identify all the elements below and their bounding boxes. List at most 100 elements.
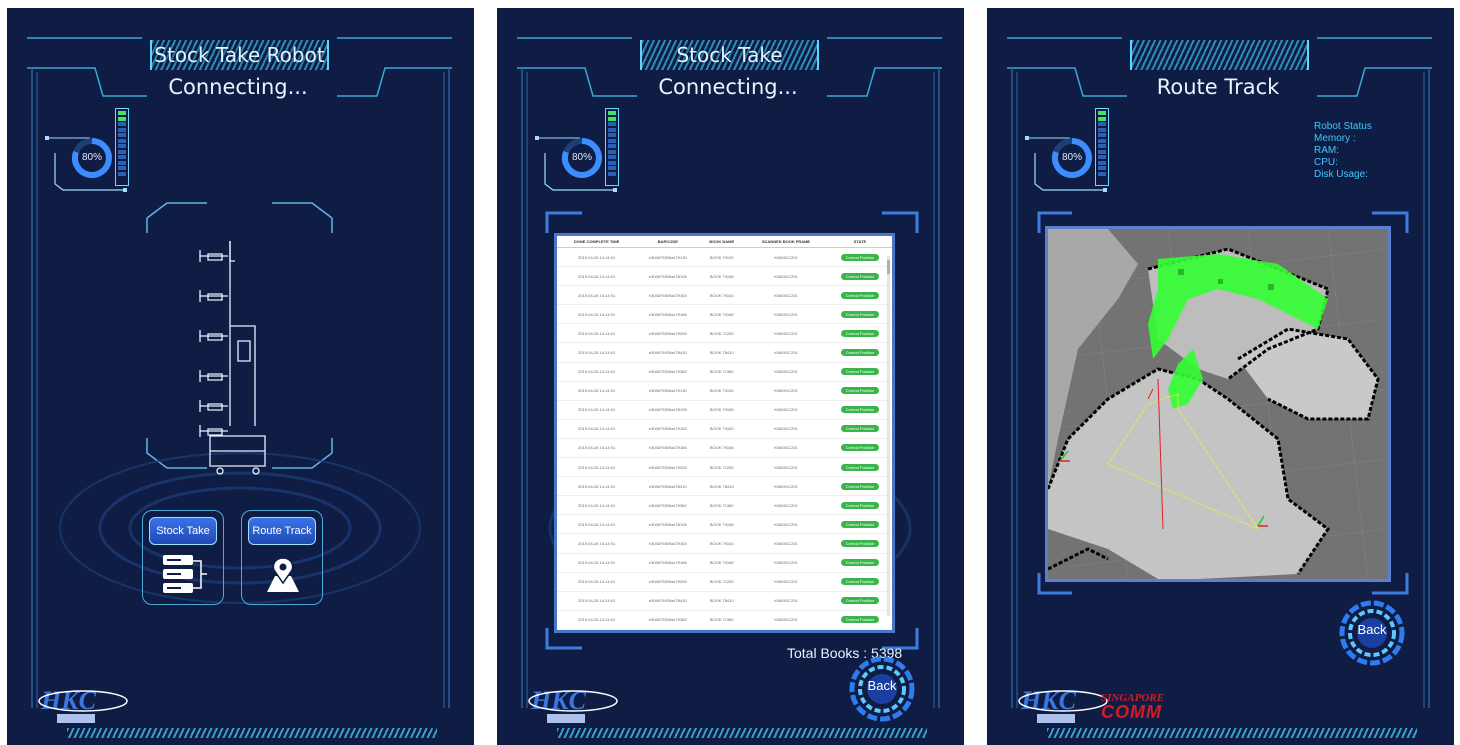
stock-table[interactable]: DONE COMPLETE TIME BARCODE BOOK NAME SCA…	[554, 233, 895, 633]
status-badge: Correct Position	[840, 253, 880, 261]
robot-illustration-icon	[199, 241, 266, 475]
battery-gauge: 80%	[45, 108, 145, 198]
table-row[interactable]: 2019-04-26 14:14:01 e304679309a478106 BOOK…	[557, 514, 892, 535]
table-cell: e304679309a479360	[636, 610, 700, 630]
table-row[interactable]: 2019-04-26 14:14:01 e304679309a479166 BOOK…	[557, 304, 892, 325]
table-row[interactable]: 2019-04-26 14:14:01 e304679309a479200 BOOK…	[557, 572, 892, 592]
route-track-card[interactable]: Route Track	[241, 510, 323, 605]
table-row[interactable]: 2019-04-26 14:14:01 e304679309a479130 BOOK…	[557, 247, 892, 268]
table-cell: K06091C201	[744, 247, 828, 268]
hkc-logo: HKC	[528, 686, 618, 723]
table-cell: e304679309a478410	[636, 342, 700, 363]
table-cell: 2019-04-26 14:14:01	[557, 572, 637, 592]
table-cell: e304679309a479163	[636, 533, 700, 554]
table-row[interactable]: 2019-04-26 14:14:01 e304679309a479360 BOOK…	[557, 495, 892, 516]
route-track-panel: Route Track 80% Robot Status Memory : RA…	[987, 8, 1454, 745]
table-cell: K06091C201	[744, 304, 828, 325]
table-cell: e304679309a478410	[636, 476, 700, 497]
state-cell: Correct Position	[827, 476, 892, 497]
state-cell: Correct Position	[827, 533, 892, 554]
table-row[interactable]: 2019-04-26 14:14:01 e304679309a478410 BOOK…	[557, 476, 892, 497]
table-cell: 2019-04-26 14:14:01	[557, 304, 637, 325]
status-badge: Correct Position	[840, 520, 880, 528]
table-row[interactable]: 2019-04-26 14:14:01 e304679309a479200 BOOK…	[557, 323, 892, 344]
table-cell: e304679309a479163	[636, 285, 700, 306]
table-cell: 2019-04-26 14:14:01	[557, 457, 637, 478]
table-cell: 2019-04-26 14:14:01	[557, 266, 637, 287]
route-track-button[interactable]: Route Track	[248, 517, 316, 545]
table-cell: 2019-04-26 14:14:01	[557, 610, 637, 630]
disk-usage-label: Disk Usage:	[1314, 169, 1368, 180]
table-cell: BOOK 71200	[699, 572, 745, 592]
ram-label: RAM:	[1314, 145, 1339, 156]
table-cell: BOOK 71360	[699, 362, 745, 382]
table-body: 2019-04-26 14:14:01 e304679309a479130 BOOK…	[557, 247, 892, 630]
status-badge: Correct Position	[840, 444, 880, 452]
stock-take-button[interactable]: Stock Take	[149, 517, 217, 545]
table-cell: e304679309a478410	[636, 591, 700, 611]
table-row[interactable]: 2019-04-26 14:14:01 e304679309a479163 BOOK…	[557, 285, 892, 306]
table-cell: e304679309a479360	[636, 362, 700, 382]
stock-take-card[interactable]: Stock Take	[142, 510, 224, 605]
table-row[interactable]: 2019-04-26 14:14:01 e304679309a478410 BOOK…	[557, 591, 892, 611]
table-cell: BOOK 79166	[699, 304, 745, 325]
table-cell: K06091C201	[744, 342, 828, 363]
map-pin-icon	[267, 557, 299, 592]
table-row[interactable]: 2019-04-26 14:14:01 e304679309a479200 BOOK…	[557, 457, 892, 478]
status-badge: Correct Position	[840, 482, 880, 490]
hkc-logo: HKC	[38, 686, 128, 723]
table-cell: e304679309a479200	[636, 323, 700, 344]
table-row[interactable]: 2019-04-26 14:14:01 e304679309a479163 BOOK…	[557, 419, 892, 439]
table-cell: BOOK 79163	[699, 285, 745, 306]
table-cell: BOOK 78410	[699, 342, 745, 363]
state-cell: Correct Position	[827, 419, 892, 439]
state-cell: Correct Position	[827, 591, 892, 611]
table-cell: 2019-04-26 14:14:01	[557, 285, 637, 306]
table-cell: BOOK 71200	[699, 323, 745, 344]
status-badge: Correct Position	[840, 539, 880, 547]
occupancy-map	[1048, 229, 1388, 579]
page-title: Stock Take Robot	[150, 40, 329, 70]
table-row[interactable]: 2019-04-26 14:14:01 e304679309a478410 BOOK…	[557, 342, 892, 363]
partner-logo-line-2: COMM	[1101, 702, 1162, 722]
table-row[interactable]: 2019-04-26 14:14:01 e304679309a479130 BOOK…	[557, 381, 892, 401]
table-row[interactable]: 2019-04-26 14:14:01 e304679309a479163 BOOK…	[557, 533, 892, 554]
table-cell: BOOK 78410	[699, 476, 745, 497]
table-cell: BOOK 79130	[699, 247, 745, 268]
table-cell: K06091C201	[744, 476, 828, 497]
scrollbar[interactable]	[887, 256, 890, 616]
back-label: Back	[867, 678, 897, 693]
table-row[interactable]: 2019-04-26 14:14:01 e304679309a479360 BOOK…	[557, 362, 892, 382]
bottom-stripe	[67, 728, 437, 738]
table-row[interactable]: 2019-04-26 14:14:01 e304679309a478106 BOOK…	[557, 266, 892, 287]
signal-meter	[115, 108, 129, 186]
table-cell: K06091C201	[744, 610, 828, 630]
table-cell: BOOK 79166	[699, 438, 745, 459]
robot-status-list: Robot Status Memory : RAM: CPU: Disk Usa…	[1314, 121, 1372, 181]
state-cell: Correct Position	[827, 362, 892, 382]
table-cell: BOOK 79166	[699, 553, 745, 573]
battery-percent: 80%	[81, 152, 102, 163]
back-button[interactable]: Back	[1339, 600, 1405, 666]
table-cell: e304679309a479166	[636, 553, 700, 573]
signal-meter	[1095, 108, 1109, 186]
table-cell: e304679309a479200	[636, 572, 700, 592]
table-cell: 2019-04-26 14:14:01	[557, 438, 637, 459]
back-button[interactable]: Back	[849, 656, 915, 722]
status-badge: Correct Position	[840, 559, 880, 567]
table-cell: K06091C201	[744, 572, 828, 592]
table-cell: BOOK 71200	[699, 457, 745, 478]
table-cell: K06091C201	[744, 419, 828, 439]
table-row[interactable]: 2019-04-26 14:14:01 e304679309a479166 BOOK…	[557, 438, 892, 459]
route-map[interactable]	[1045, 226, 1391, 582]
table-cell: BOOK 71360	[699, 495, 745, 516]
table-cell: e304679309a479166	[636, 304, 700, 325]
table-cell: BOOK 79106	[699, 400, 745, 420]
header-stripe	[1130, 40, 1309, 70]
table-cell: 2019-04-26 14:14:01	[557, 533, 637, 554]
table-row[interactable]: 2019-04-26 14:14:01 e304679309a478106 BOOK…	[557, 400, 892, 420]
table-cell: 2019-04-26 14:14:01	[557, 553, 637, 573]
table-row[interactable]: 2019-04-26 14:14:01 e304679309a479166 BOOK…	[557, 553, 892, 573]
table-row[interactable]: 2019-04-26 14:14:01 e304679309a479360 BOOK…	[557, 610, 892, 630]
table-cell: BOOK 79163	[699, 533, 745, 554]
